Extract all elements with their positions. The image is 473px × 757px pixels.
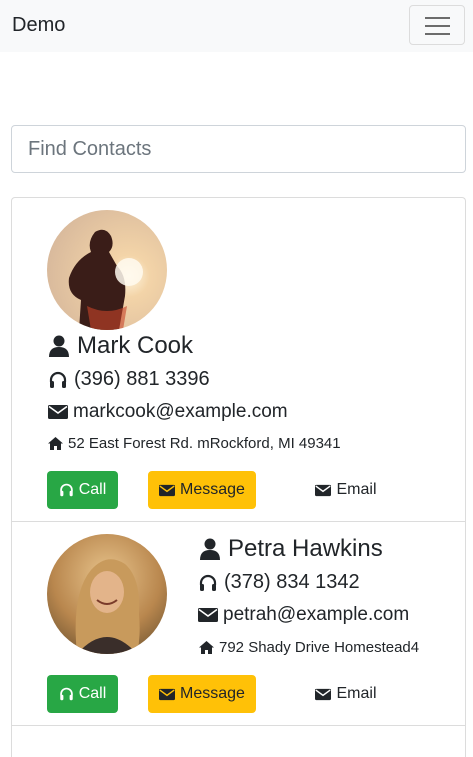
avatar (47, 210, 167, 330)
contact-address: 792 Shady Drive Homestead4 (199, 639, 419, 656)
hamburger-icon (425, 17, 450, 19)
contact-name: Petra Hawkins (200, 535, 383, 563)
envelope-icon (315, 688, 332, 700)
contact-list: Mark Cook (396) 881 3396 markcook@exampl… (11, 197, 466, 757)
avatar-photo (47, 210, 167, 330)
contact-name: Mark Cook (49, 332, 193, 360)
email-button[interactable]: Email (306, 471, 386, 509)
email-button[interactable]: Email (306, 675, 386, 713)
call-button[interactable]: Call (47, 471, 118, 509)
contact-phone: (378) 834 1342 (199, 571, 360, 594)
user-icon (200, 538, 220, 560)
envelope-icon (315, 484, 332, 496)
headphones-icon (49, 371, 67, 388)
navbar-toggler-button[interactable] (409, 5, 465, 45)
contact-email: petrah@example.com (198, 604, 409, 626)
avatar (47, 534, 167, 654)
navbar: Demo (0, 0, 473, 52)
divider (12, 725, 465, 726)
contact-email: markcook@example.com (48, 401, 288, 423)
home-icon (48, 437, 63, 450)
headphones-icon (59, 687, 73, 701)
envelope-icon (198, 608, 218, 622)
find-contacts-input[interactable] (11, 125, 466, 173)
user-icon (49, 335, 69, 357)
envelope-icon (159, 484, 176, 496)
headphones-icon (199, 574, 217, 591)
contact-phone: (396) 881 3396 (49, 368, 210, 391)
contact-address: 52 East Forest Rd. mRockford, MI 49341 (48, 435, 341, 452)
envelope-icon (48, 405, 68, 419)
message-button[interactable]: Message (148, 675, 256, 713)
navbar-brand[interactable]: Demo (12, 14, 65, 37)
message-button[interactable]: Message (148, 471, 256, 509)
avatar-photo (47, 534, 167, 654)
home-icon (199, 641, 214, 654)
call-button[interactable]: Call (47, 675, 118, 713)
divider (12, 521, 465, 522)
envelope-icon (159, 688, 176, 700)
headphones-icon (59, 483, 73, 497)
